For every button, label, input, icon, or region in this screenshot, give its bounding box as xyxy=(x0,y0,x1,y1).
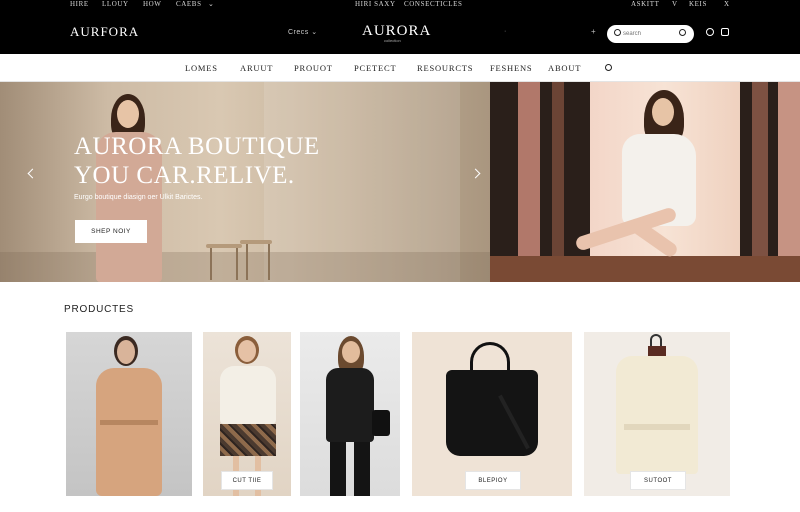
hero-subtitle: Eurgo boutique diasign oer Ulkit Baricte… xyxy=(74,194,203,201)
product-card[interactable] xyxy=(300,332,400,496)
nav-item-prouot[interactable]: PROUOT xyxy=(294,63,333,73)
language-selector[interactable]: + xyxy=(591,27,596,36)
nav-item-about[interactable]: ABOUT xyxy=(548,63,581,73)
currency-selector[interactable]: Crecs ⌄ xyxy=(288,28,318,36)
nav-item-lomes[interactable]: LOMES xyxy=(185,63,218,73)
hero-banner: AURORA BOUTIQUE YOU CAR.RELIVE. Eurgo bo… xyxy=(0,82,800,282)
chevron-down-icon: ⌄ xyxy=(208,0,215,8)
product-card[interactable] xyxy=(66,332,192,496)
hero-title-line: YOU CAR.RELIVE. xyxy=(74,162,295,189)
search-icon xyxy=(614,29,621,36)
search-submit-icon[interactable] xyxy=(679,29,686,36)
nav-item-resourcts[interactable]: RESOURCTS xyxy=(417,63,473,73)
hero-image-right xyxy=(490,82,800,282)
cream-blazer xyxy=(616,356,698,474)
util-link[interactable]: KEIS xyxy=(689,0,707,8)
util-link[interactable]: ASKITT xyxy=(631,0,660,8)
util-link[interactable]: HOW xyxy=(143,0,162,8)
hero-title-line: AURORA BOUTIQUE xyxy=(74,133,320,160)
brand-logo-left[interactable]: AURFORA xyxy=(70,24,139,40)
product-label[interactable]: CUT TIIE xyxy=(221,471,273,490)
white-blouse xyxy=(220,366,276,424)
site-header: AURFORA Crecs ⌄ AURORA collection · + xyxy=(0,10,800,54)
util-link[interactable]: CAEBS xyxy=(176,0,202,8)
util-link[interactable]: LLOUY xyxy=(102,0,129,8)
nav-item-feshens[interactable]: FESHENS xyxy=(490,63,532,73)
hero-title: AURORA BOUTIQUE YOU CAR.RELIVE. xyxy=(74,132,320,190)
product-label[interactable]: BLEPIOY xyxy=(465,471,521,490)
search-bar[interactable] xyxy=(607,25,694,43)
util-link[interactable]: V xyxy=(672,0,678,8)
product-label[interactable]: SUTOOT xyxy=(630,471,686,490)
bag-icon[interactable] xyxy=(721,28,729,36)
chevron-down-icon: ⌄ xyxy=(311,29,318,36)
shop-now-button[interactable]: SHEP NOIY xyxy=(75,220,147,243)
currency-label: Crecs xyxy=(288,29,309,36)
product-card[interactable]: SUTOOT xyxy=(584,332,730,496)
product-card[interactable]: CUT TIIE xyxy=(203,332,291,496)
products-section-title: PRODUCTES xyxy=(64,304,134,315)
black-blazer xyxy=(326,368,374,442)
nav-item-pcetect[interactable]: PCETECT xyxy=(354,63,396,73)
divider-mark: · xyxy=(504,28,507,35)
brand-tagline: collection xyxy=(384,38,401,43)
search-input[interactable] xyxy=(623,28,678,40)
main-nav: LOMES ARUUT PROUOT PCETECT RESOURCTS FES… xyxy=(0,54,800,82)
util-link[interactable]: CONSECTICLES xyxy=(404,0,463,8)
black-handbag xyxy=(372,410,390,436)
util-link[interactable]: X xyxy=(724,0,730,8)
plaid-skirt xyxy=(220,424,276,456)
util-link[interactable]: HIRI SAXY xyxy=(355,0,396,8)
search-icon[interactable] xyxy=(605,64,612,71)
trench-coat xyxy=(96,368,162,496)
nav-item-aruut[interactable]: ARUUT xyxy=(240,63,273,73)
carousel-dots xyxy=(379,505,415,512)
util-link[interactable]: HIRE xyxy=(70,0,89,8)
product-card[interactable]: BLEPIOY xyxy=(412,332,572,496)
search-icon[interactable] xyxy=(706,28,714,36)
utility-bar: HIRE LLOUY HOW CAEBS ⌄ HIRI SAXY CONSECT… xyxy=(0,0,800,10)
